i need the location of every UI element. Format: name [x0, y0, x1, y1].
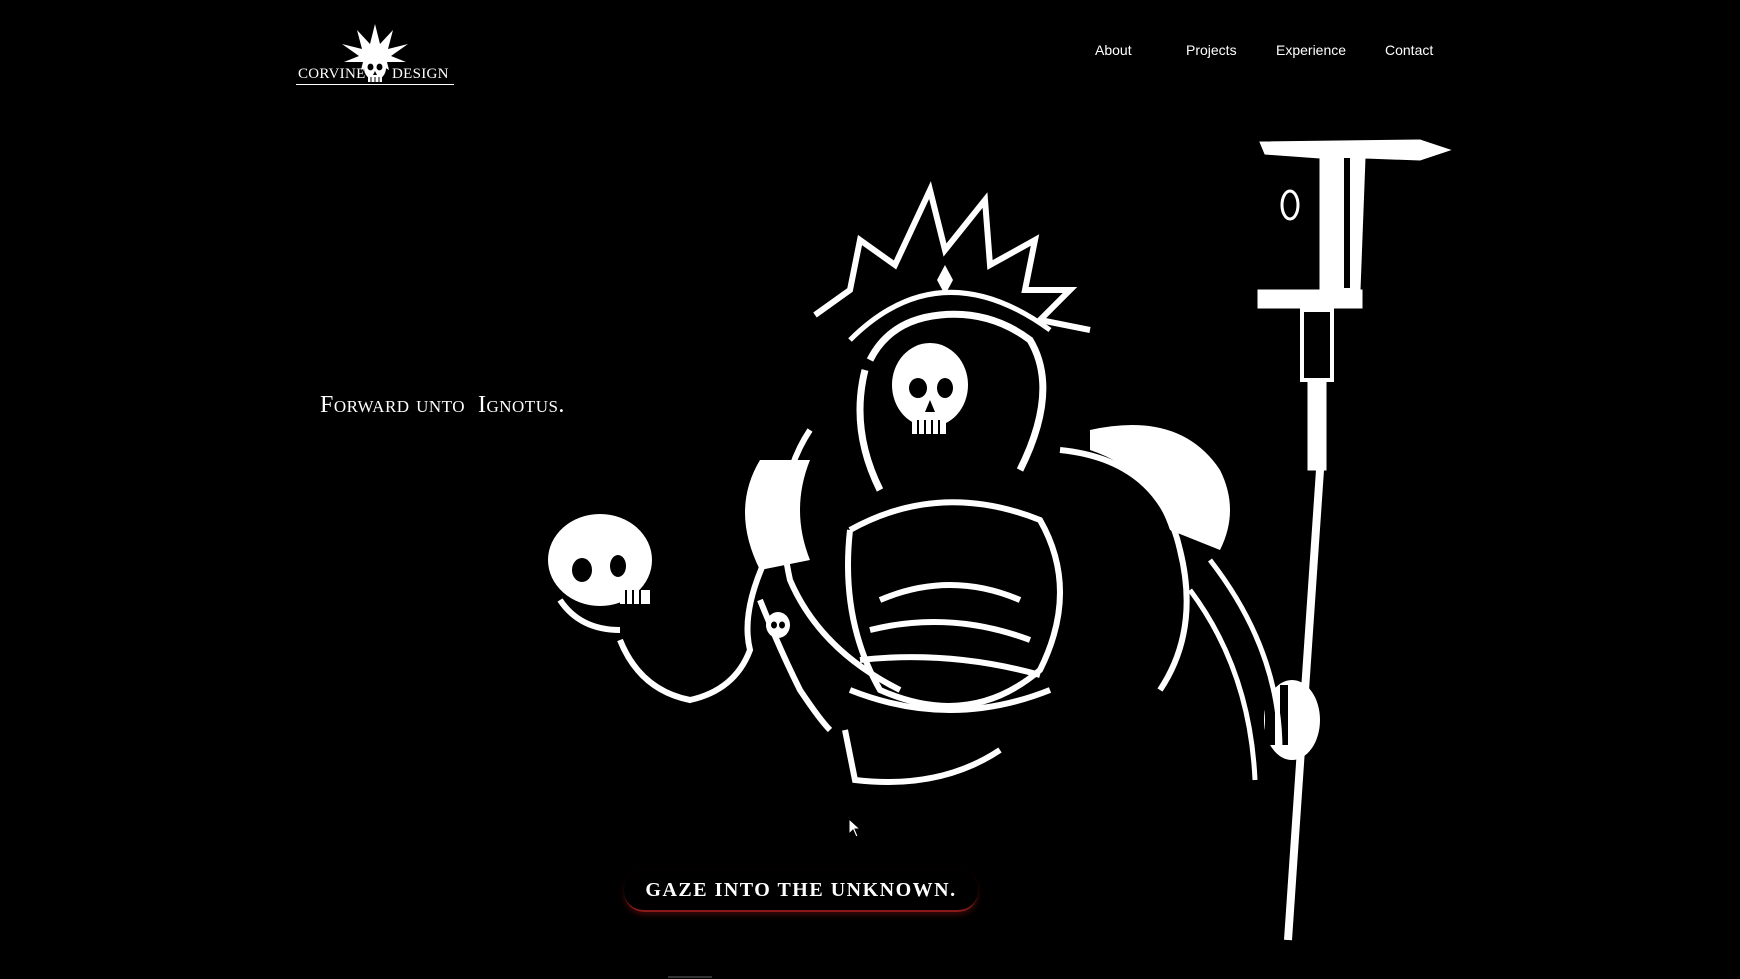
- skull: [892, 343, 968, 434]
- brand-logo[interactable]: CORVINE DESIGN: [296, 22, 454, 94]
- cape: [1187, 558, 1283, 781]
- shoulder-pads: [745, 425, 1230, 570]
- torso-armor: [780, 428, 1190, 785]
- nav-link-experience[interactable]: Experience: [1276, 42, 1346, 58]
- chest-emblem: [766, 612, 790, 638]
- held-skull: [548, 514, 652, 633]
- gaze-into-unknown-button[interactable]: GAZE INTO THE UNKNOWN.: [624, 870, 978, 912]
- scroll-indicator: [668, 976, 712, 978]
- cta-label: GAZE INTO THE UNKNOWN.: [645, 878, 957, 901]
- nav-link-projects[interactable]: Projects: [1186, 42, 1237, 58]
- nav-link-contact[interactable]: Contact: [1385, 42, 1433, 58]
- logo-underline: [296, 84, 454, 85]
- page: CORVINE DESIGN About Projects Experience…: [0, 0, 1740, 979]
- mouse-cursor-icon: [848, 818, 862, 838]
- nav-link-about[interactable]: About: [1095, 42, 1132, 58]
- hero-illustration: [520, 130, 1460, 950]
- left-arm: [617, 548, 833, 733]
- staff: [1257, 139, 1452, 941]
- skeletal-warrior-icon: [548, 139, 1452, 941]
- logo-word-left: CORVINE: [298, 66, 366, 82]
- logo-word-right: DESIGN: [392, 66, 449, 82]
